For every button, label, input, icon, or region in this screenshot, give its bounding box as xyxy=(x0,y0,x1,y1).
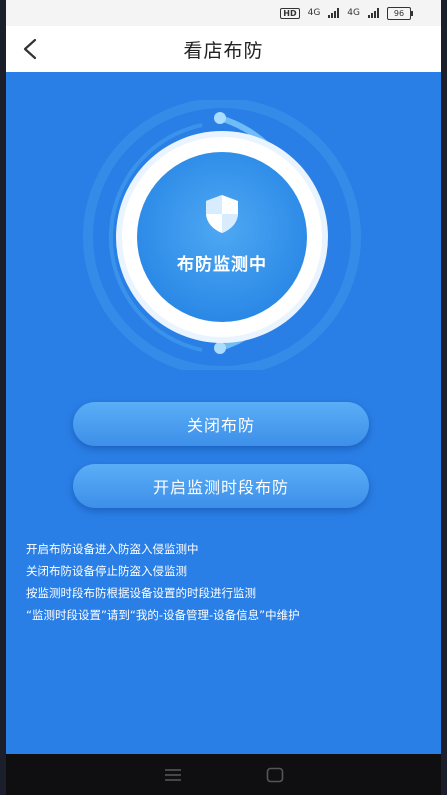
shield-icon xyxy=(206,195,238,233)
note-item: 开启布防设备进入防盗入侵监测中 xyxy=(26,542,199,556)
note-item: “监测时段设置”请到“我的-设备管理-设备信息”中维护 xyxy=(26,608,300,622)
home-button[interactable] xyxy=(264,764,286,786)
battery-level: 96 xyxy=(393,8,405,18)
notes: 开启布防设备进入防盗入侵监测中 关闭布防设备停止防盗入侵监测 按监测时段布防根据… xyxy=(26,538,300,626)
signal-icon-2 xyxy=(368,8,379,18)
home-icon xyxy=(266,767,283,782)
menu-button[interactable] xyxy=(162,764,184,786)
network-label-1: 4G xyxy=(307,8,321,18)
shield-status: 布防监测中 xyxy=(52,100,392,370)
menu-icon xyxy=(164,768,181,781)
page-title: 看店布防 xyxy=(183,39,264,62)
back-button[interactable] xyxy=(10,26,50,72)
status-bar: HD 4G 4G 96 xyxy=(6,0,441,26)
note-item: 按监测时段布防根据设备设置的时段进行监测 xyxy=(26,586,256,600)
schedule-arming-button[interactable]: 开启监测时段布防 xyxy=(73,464,369,508)
network-label-2: 4G xyxy=(347,8,360,18)
chevron-left-icon xyxy=(23,38,37,60)
battery-icon: 96 xyxy=(387,6,413,20)
system-navbar xyxy=(6,754,441,795)
hd-badge: HD xyxy=(280,7,300,19)
header: 看店布防 xyxy=(6,26,441,72)
note-item: 关闭布防设备停止防盗入侵监测 xyxy=(26,564,187,578)
disable-arming-button[interactable]: 关闭布防 xyxy=(73,402,369,446)
signal-icon xyxy=(328,8,340,18)
screen: HD 4G 4G 96 看店布防 布防监测中 关闭布防 开启监测时段布防 开启布… xyxy=(6,0,441,795)
shield-status-text: 布防监测中 xyxy=(177,255,267,275)
